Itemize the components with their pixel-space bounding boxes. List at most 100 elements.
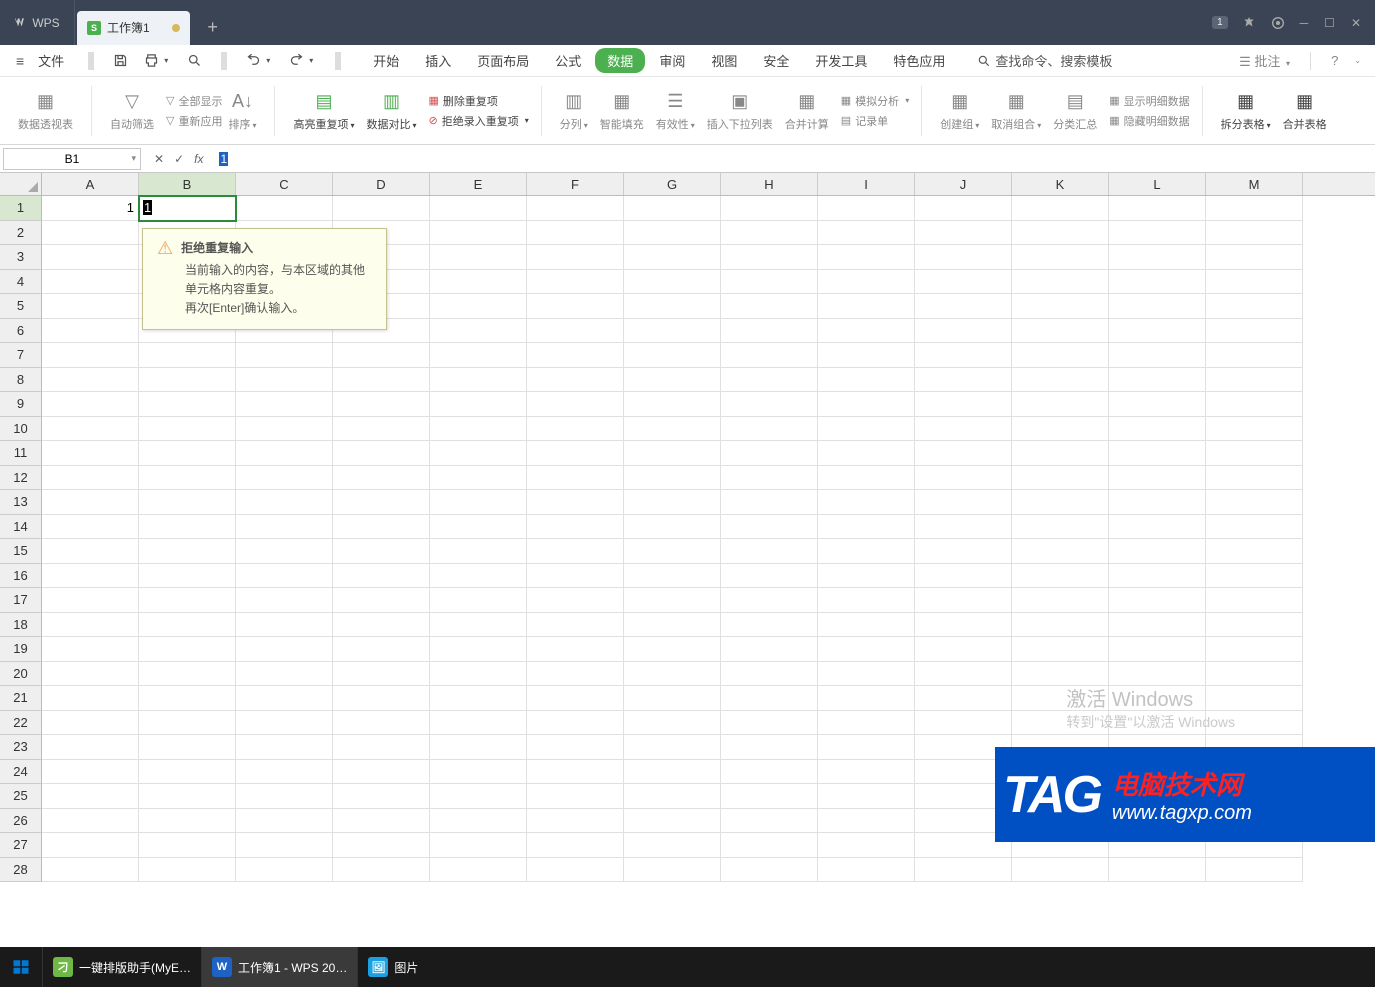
remove-duplicates-button[interactable]: ▦删除重复项 — [429, 93, 529, 109]
cell-A1[interactable]: 1 — [42, 196, 139, 221]
cell-D15[interactable] — [333, 539, 430, 564]
column-header-A[interactable]: A — [42, 173, 139, 195]
cell-B24[interactable] — [139, 760, 236, 785]
cell-A13[interactable] — [42, 490, 139, 515]
cell-B7[interactable] — [139, 343, 236, 368]
cell-G26[interactable] — [624, 809, 721, 834]
cell-F11[interactable] — [527, 441, 624, 466]
row-header-9[interactable]: 9 — [0, 392, 42, 417]
cell-F20[interactable] — [527, 662, 624, 687]
file-menu[interactable]: 文件 — [32, 47, 70, 74]
cell-C22[interactable] — [236, 711, 333, 736]
cell-I17[interactable] — [818, 588, 915, 613]
row-header-22[interactable]: 22 — [0, 711, 42, 736]
cell-M1[interactable] — [1206, 196, 1303, 221]
autofilter-button[interactable]: ▽自动筛选 — [104, 85, 160, 136]
cell-D14[interactable] — [333, 515, 430, 540]
cell-M3[interactable] — [1206, 245, 1303, 270]
cell-L5[interactable] — [1109, 294, 1206, 319]
cell-D1[interactable] — [333, 196, 430, 221]
cell-L14[interactable] — [1109, 515, 1206, 540]
cell-M12[interactable] — [1206, 466, 1303, 491]
cell-B1[interactable]: 1 — [139, 196, 236, 221]
cell-E21[interactable] — [430, 686, 527, 711]
cell-I7[interactable] — [818, 343, 915, 368]
collapse-ribbon-button[interactable]: ⌄ — [1354, 56, 1361, 65]
cell-G19[interactable] — [624, 637, 721, 662]
cell-C16[interactable] — [236, 564, 333, 589]
cell-A27[interactable] — [42, 833, 139, 858]
cell-B17[interactable] — [139, 588, 236, 613]
undo-icon[interactable]: ▾ — [243, 50, 276, 71]
cell-A17[interactable] — [42, 588, 139, 613]
cell-J17[interactable] — [915, 588, 1012, 613]
cell-H22[interactable] — [721, 711, 818, 736]
skin-icon[interactable] — [1242, 16, 1256, 30]
group-remove-button[interactable]: ▦取消组合▾ — [985, 85, 1047, 136]
cell-H1[interactable] — [721, 196, 818, 221]
cell-F26[interactable] — [527, 809, 624, 834]
cell-J9[interactable] — [915, 392, 1012, 417]
cell-A21[interactable] — [42, 686, 139, 711]
cell-A14[interactable] — [42, 515, 139, 540]
cell-I18[interactable] — [818, 613, 915, 638]
cell-E20[interactable] — [430, 662, 527, 687]
cell-E15[interactable] — [430, 539, 527, 564]
taskbar-item-photos[interactable]: 🖼 图片 — [357, 947, 428, 987]
cell-F12[interactable] — [527, 466, 624, 491]
cell-D12[interactable] — [333, 466, 430, 491]
cell-C1[interactable] — [236, 196, 333, 221]
cell-A8[interactable] — [42, 368, 139, 393]
cell-F25[interactable] — [527, 784, 624, 809]
cell-M10[interactable] — [1206, 417, 1303, 442]
form-button[interactable]: ▤记录单 — [841, 113, 909, 129]
cell-L6[interactable] — [1109, 319, 1206, 344]
tab-安全[interactable]: 安全 — [751, 45, 801, 76]
cell-J6[interactable] — [915, 319, 1012, 344]
close-button[interactable]: ✕ — [1351, 16, 1361, 30]
cell-A2[interactable] — [42, 221, 139, 246]
row-header-28[interactable]: 28 — [0, 858, 42, 883]
cell-J1[interactable] — [915, 196, 1012, 221]
cell-D19[interactable] — [333, 637, 430, 662]
cell-G18[interactable] — [624, 613, 721, 638]
print-preview-icon[interactable] — [184, 50, 205, 71]
cell-H18[interactable] — [721, 613, 818, 638]
cell-B16[interactable] — [139, 564, 236, 589]
cell-M6[interactable] — [1206, 319, 1303, 344]
cell-L16[interactable] — [1109, 564, 1206, 589]
cell-J19[interactable] — [915, 637, 1012, 662]
cell-H8[interactable] — [721, 368, 818, 393]
cell-A3[interactable] — [42, 245, 139, 270]
row-header-21[interactable]: 21 — [0, 686, 42, 711]
cell-B19[interactable] — [139, 637, 236, 662]
cell-D8[interactable] — [333, 368, 430, 393]
cell-H26[interactable] — [721, 809, 818, 834]
cell-H24[interactable] — [721, 760, 818, 785]
cell-I24[interactable] — [818, 760, 915, 785]
cell-D7[interactable] — [333, 343, 430, 368]
cell-F9[interactable] — [527, 392, 624, 417]
split-table-button[interactable]: ▦拆分表格▾ — [1215, 85, 1277, 136]
cell-L2[interactable] — [1109, 221, 1206, 246]
cell-F15[interactable] — [527, 539, 624, 564]
cell-F5[interactable] — [527, 294, 624, 319]
reject-duplicates-button[interactable]: ⊘拒绝录入重复项▾ — [429, 113, 529, 129]
cell-C14[interactable] — [236, 515, 333, 540]
pivot-table-button[interactable]: ▦数据透视表 — [12, 85, 79, 136]
cell-C12[interactable] — [236, 466, 333, 491]
cell-F7[interactable] — [527, 343, 624, 368]
cell-A12[interactable] — [42, 466, 139, 491]
cell-B13[interactable] — [139, 490, 236, 515]
cell-G20[interactable] — [624, 662, 721, 687]
row-header-12[interactable]: 12 — [0, 466, 42, 491]
cell-L7[interactable] — [1109, 343, 1206, 368]
cell-K7[interactable] — [1012, 343, 1109, 368]
cell-F4[interactable] — [527, 270, 624, 295]
print-icon[interactable]: ▾ — [141, 50, 174, 71]
cell-E12[interactable] — [430, 466, 527, 491]
tab-页面布局[interactable]: 页面布局 — [465, 45, 541, 76]
cell-I16[interactable] — [818, 564, 915, 589]
cell-I19[interactable] — [818, 637, 915, 662]
cell-M14[interactable] — [1206, 515, 1303, 540]
